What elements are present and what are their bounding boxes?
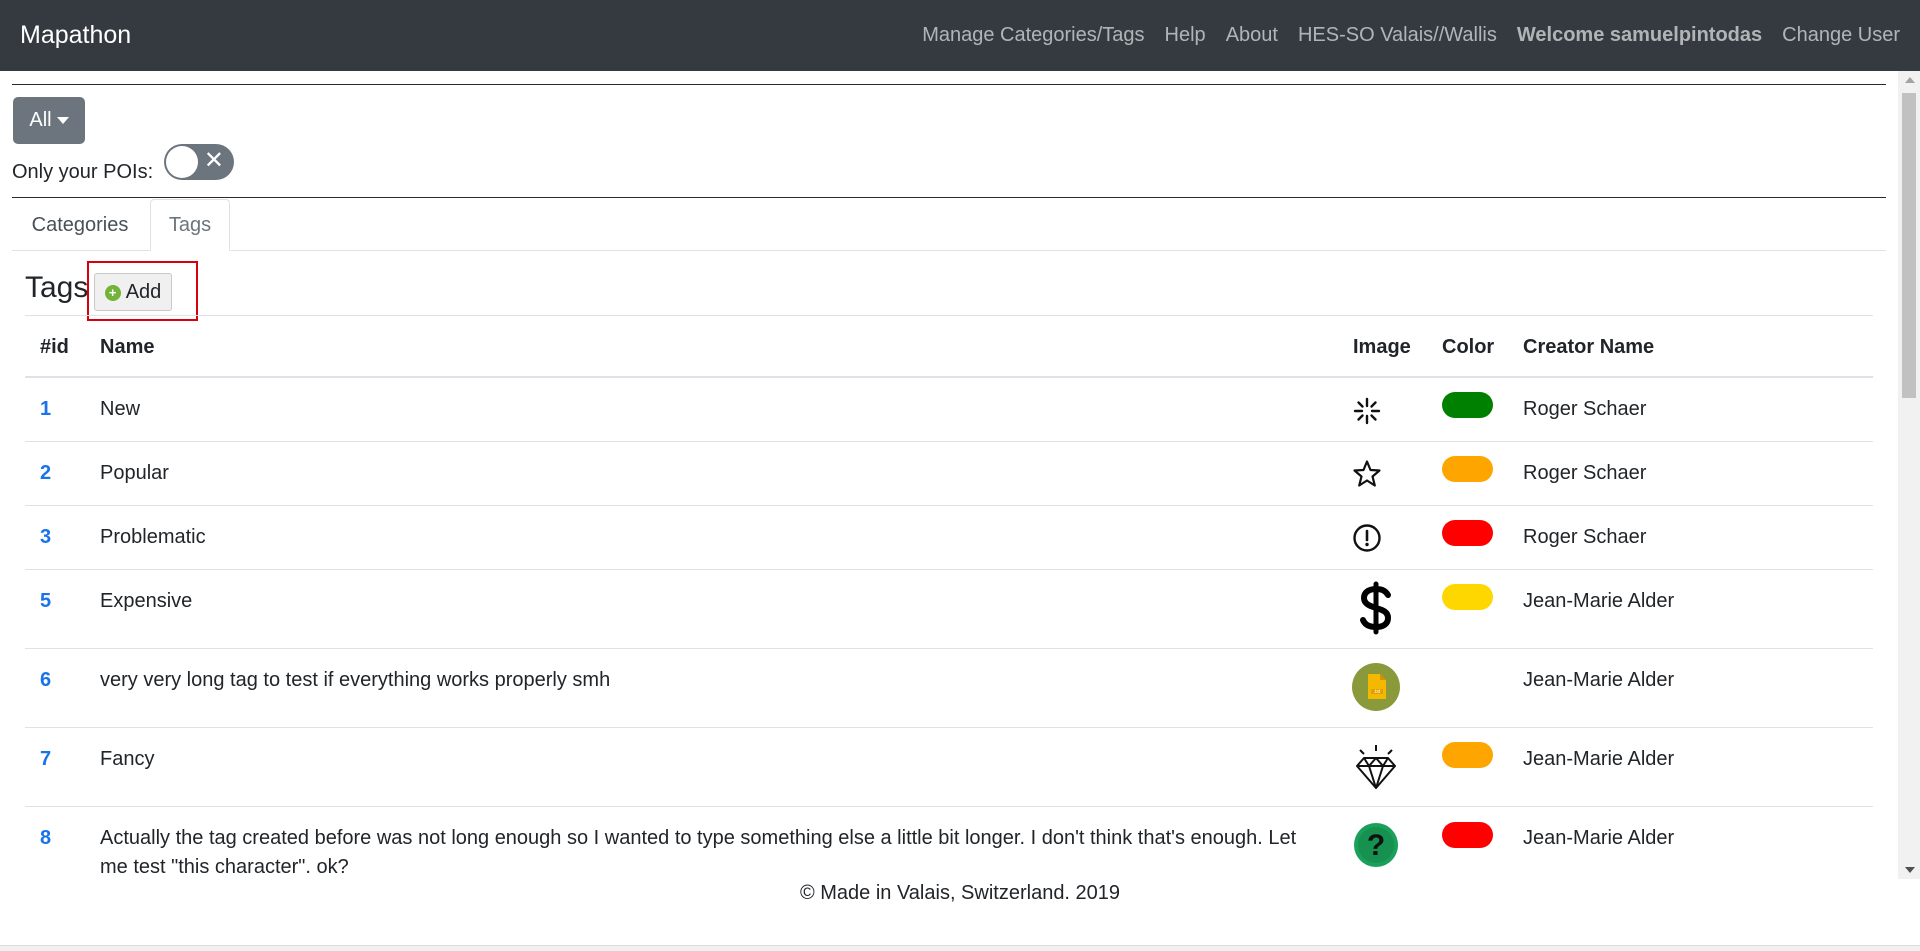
exclamation-circle-icon bbox=[1352, 523, 1382, 553]
row-name: New bbox=[100, 398, 141, 420]
footer: © Made in Valais, Switzerland. 2019 bbox=[799, 882, 1121, 904]
row-id-link[interactable]: 7 bbox=[40, 745, 51, 774]
row-name: Expensive bbox=[100, 590, 193, 612]
sparkle-icon bbox=[1352, 396, 1382, 426]
nav-help[interactable]: Help bbox=[1165, 24, 1206, 47]
row-divider bbox=[25, 806, 1873, 807]
row-id-link[interactable]: 3 bbox=[40, 523, 51, 552]
row-creator: Roger Schaer bbox=[1523, 526, 1647, 548]
row-id-link[interactable]: 6 bbox=[40, 666, 51, 695]
tag-color-swatch bbox=[1442, 822, 1493, 848]
table-top-border bbox=[25, 315, 1873, 316]
tag-color-swatch bbox=[1442, 584, 1493, 610]
dollar-icon bbox=[1356, 581, 1396, 635]
column-header-id: #id bbox=[40, 336, 69, 358]
close-icon: ✕ bbox=[203, 147, 224, 174]
column-header-color: Color bbox=[1442, 336, 1495, 358]
column-header-creator: Creator Name bbox=[1523, 336, 1655, 358]
filter-dropdown-button[interactable]: All bbox=[13, 97, 85, 144]
divider-filter bbox=[12, 197, 1886, 198]
welcome-user: Welcome samuelpintodas bbox=[1516, 24, 1763, 46]
tabs-border bbox=[12, 250, 1886, 251]
row-id-link[interactable]: 2 bbox=[40, 459, 51, 488]
row-divider bbox=[25, 648, 1873, 649]
tab-categories[interactable]: Categories bbox=[12, 199, 148, 251]
column-header-name: Name bbox=[100, 336, 155, 358]
row-creator: Jean-Marie Alder bbox=[1523, 748, 1675, 770]
divider-top bbox=[12, 84, 1886, 85]
only-your-pois-label: Only your POIs: bbox=[12, 161, 154, 183]
page-title: Tags bbox=[25, 271, 89, 304]
row-creator: Jean-Marie Alder bbox=[1523, 827, 1675, 849]
row-divider bbox=[25, 441, 1873, 442]
tag-color-swatch bbox=[1442, 520, 1493, 546]
row-creator: Jean-Marie Alder bbox=[1523, 590, 1675, 612]
row-id-link[interactable]: 5 bbox=[40, 587, 51, 616]
toggle-knob bbox=[166, 146, 198, 178]
row-name: Actually the tag created before was not … bbox=[100, 827, 1297, 878]
row-divider bbox=[25, 505, 1873, 506]
brand-link[interactable]: Mapathon bbox=[20, 21, 131, 50]
nav-hes-so[interactable]: HES-SO Valais//Wallis bbox=[1298, 24, 1497, 47]
caret-down-icon bbox=[56, 117, 69, 124]
nav-manage-categories-tags[interactable]: Manage Categories/Tags bbox=[922, 24, 1144, 47]
svg-text:?: ? bbox=[1367, 829, 1385, 862]
nav-about[interactable]: About bbox=[1226, 24, 1278, 47]
row-name: Popular bbox=[100, 462, 169, 484]
row-id-link[interactable]: 8 bbox=[40, 824, 51, 853]
column-header-image: Image bbox=[1353, 336, 1411, 358]
row-name: Problematic bbox=[100, 526, 206, 548]
row-creator: Jean-Marie Alder bbox=[1523, 669, 1675, 691]
txt-file-icon: .txt bbox=[1352, 663, 1400, 711]
tag-color-swatch bbox=[1442, 742, 1493, 768]
tab-tags[interactable]: Tags bbox=[150, 199, 230, 251]
row-creator: Roger Schaer bbox=[1523, 462, 1647, 484]
scroll-thumb[interactable] bbox=[1902, 93, 1916, 398]
nav-links: Manage Categories/Tags Help About HES-SO… bbox=[902, 24, 1900, 47]
row-name: Fancy bbox=[100, 748, 155, 770]
bottom-strip bbox=[0, 945, 1920, 951]
table-header-border bbox=[25, 376, 1873, 378]
page-scrollbar[interactable] bbox=[1898, 71, 1920, 879]
nav-change-user[interactable]: Change User bbox=[1782, 24, 1900, 47]
scroll-down-arrow-icon[interactable] bbox=[1905, 867, 1915, 873]
row-divider bbox=[25, 727, 1873, 728]
svg-text:.txt: .txt bbox=[1374, 689, 1381, 695]
star-icon bbox=[1352, 459, 1382, 489]
filter-dropdown-label: All bbox=[29, 109, 52, 131]
highlight-annotation bbox=[87, 261, 198, 321]
row-creator: Roger Schaer bbox=[1523, 398, 1647, 420]
diamond-icon bbox=[1354, 744, 1398, 790]
question-circle-icon: ? bbox=[1354, 823, 1398, 867]
tag-color-swatch bbox=[1442, 456, 1493, 482]
row-id-link[interactable]: 1 bbox=[40, 395, 51, 424]
navbar: Mapathon Manage Categories/Tags Help Abo… bbox=[0, 0, 1920, 71]
tag-color-swatch bbox=[1442, 392, 1493, 418]
row-name: very very long tag to test if everything… bbox=[100, 669, 611, 691]
only-your-pois-toggle[interactable]: ✕ bbox=[164, 144, 234, 180]
row-divider bbox=[25, 569, 1873, 570]
scroll-up-arrow-icon[interactable] bbox=[1905, 77, 1915, 83]
